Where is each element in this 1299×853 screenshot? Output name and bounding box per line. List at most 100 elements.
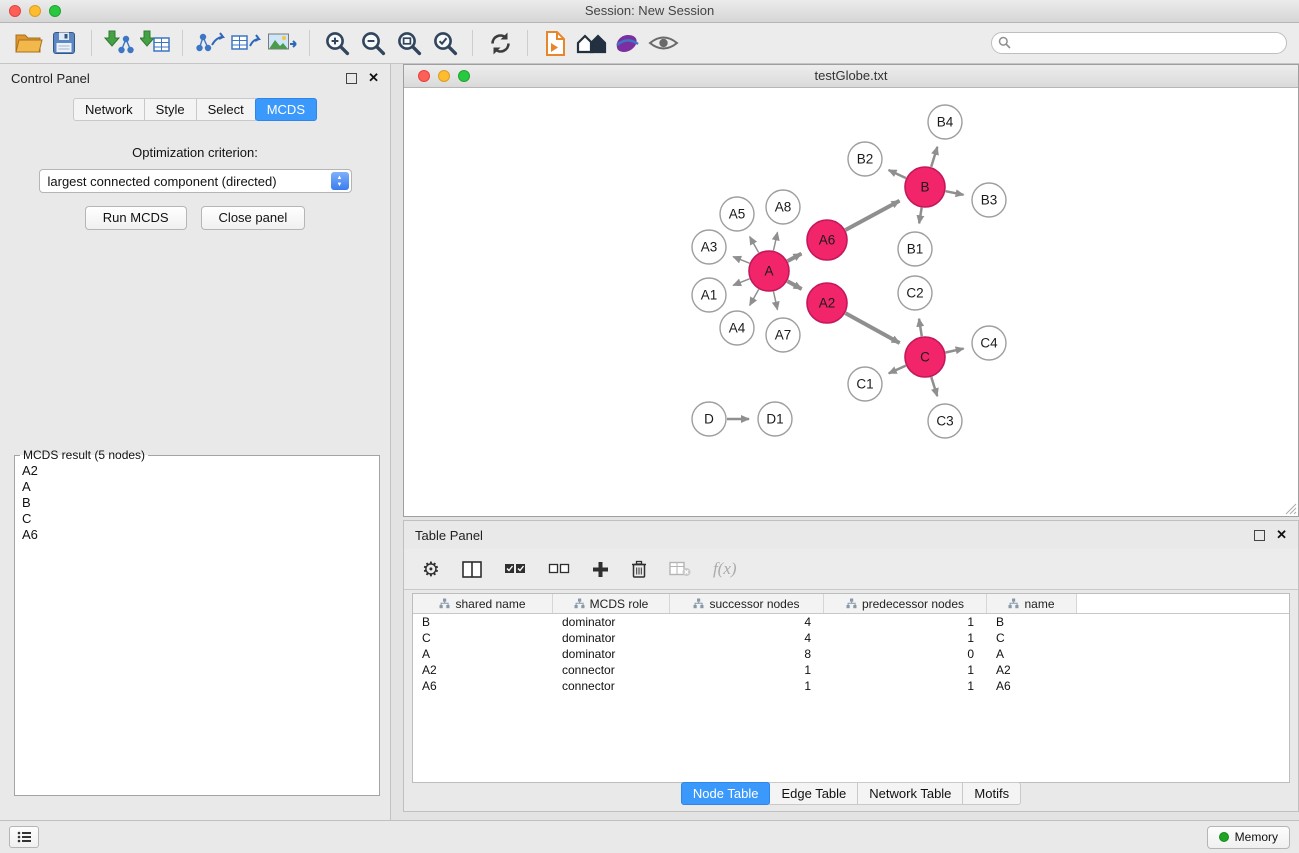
- mcds-result-item[interactable]: B: [20, 495, 374, 511]
- save-button[interactable]: [46, 27, 82, 59]
- node-D1[interactable]: D1: [758, 402, 792, 436]
- column-header-predecessor-nodes[interactable]: predecessor nodes: [824, 594, 987, 613]
- select-all-button[interactable]: [504, 562, 526, 576]
- node-C1[interactable]: C1: [848, 367, 882, 401]
- mcds-result-item[interactable]: A2: [20, 463, 374, 479]
- zoom-in-button[interactable]: [319, 27, 355, 59]
- node-A8[interactable]: A8: [766, 190, 800, 224]
- cp-tab-mcds[interactable]: MCDS: [255, 98, 317, 121]
- tp-tab-node-table[interactable]: Node Table: [681, 782, 771, 805]
- close-app-button[interactable]: [9, 5, 21, 17]
- edge-A-A8[interactable]: [773, 232, 777, 250]
- node-C3[interactable]: C3: [928, 404, 962, 438]
- node-A6[interactable]: A6: [807, 220, 847, 260]
- column-header-name[interactable]: name: [987, 594, 1077, 613]
- column-header-shared-name[interactable]: shared name: [413, 594, 553, 613]
- table-row[interactable]: A2connector11A2: [413, 662, 1289, 678]
- minimize-app-button[interactable]: [29, 5, 41, 17]
- node-B[interactable]: B: [905, 167, 945, 207]
- import-table-button[interactable]: [137, 27, 173, 59]
- task-history-button[interactable]: [9, 826, 39, 848]
- search-input[interactable]: [991, 32, 1287, 54]
- fullscreen-app-button[interactable]: [49, 5, 61, 17]
- import-network-button[interactable]: [101, 27, 137, 59]
- function-builder-button[interactable]: f(x): [713, 559, 737, 579]
- zoom-network-button[interactable]: [458, 70, 470, 82]
- edge-B-B2[interactable]: [889, 170, 906, 178]
- column-header-successor-nodes[interactable]: successor nodes: [670, 594, 824, 613]
- open-folder-button[interactable]: [10, 27, 46, 59]
- cp-tab-style[interactable]: Style: [144, 98, 197, 121]
- node-A1[interactable]: A1: [692, 278, 726, 312]
- close-mcds-panel-button[interactable]: Close panel: [201, 206, 306, 230]
- float-control-panel-button[interactable]: [346, 73, 357, 84]
- column-header-MCDS-role[interactable]: MCDS role: [553, 594, 670, 613]
- edge-A2-C[interactable]: [845, 313, 899, 343]
- table-row[interactable]: Adominator80A: [413, 646, 1289, 662]
- deselect-all-button[interactable]: [548, 562, 570, 576]
- tp-tab-motifs[interactable]: Motifs: [962, 782, 1021, 805]
- cp-tab-network[interactable]: Network: [73, 98, 145, 121]
- table-row[interactable]: Cdominator41C: [413, 630, 1289, 646]
- edge-A-A2[interactable]: [787, 281, 801, 289]
- close-control-panel-button[interactable]: ✕: [368, 73, 379, 83]
- table-mode-button[interactable]: ⚙: [422, 557, 440, 581]
- table-row[interactable]: Bdominator41B: [413, 614, 1289, 630]
- first-neighbors-button[interactable]: [573, 27, 609, 59]
- float-table-panel-button[interactable]: [1254, 530, 1265, 541]
- node-B2[interactable]: B2: [848, 142, 882, 176]
- network-canvas[interactable]: B4B2BB3A8A5A6A3B1AC2A1A2A4A7C4CC1C3DD1: [404, 88, 1298, 516]
- edge-A6-B[interactable]: [845, 201, 899, 230]
- node-A7[interactable]: A7: [766, 318, 800, 352]
- node-B3[interactable]: B3: [972, 183, 1006, 217]
- hide-details-button[interactable]: [609, 27, 645, 59]
- zoom-fit-button[interactable]: [391, 27, 427, 59]
- cp-tab-select[interactable]: Select: [196, 98, 256, 121]
- close-table-panel-button[interactable]: ✕: [1276, 530, 1287, 540]
- node-A[interactable]: A: [749, 251, 789, 291]
- minimize-network-button[interactable]: [438, 70, 450, 82]
- edge-C-C4[interactable]: [946, 349, 964, 353]
- edge-B-B1[interactable]: [919, 208, 922, 224]
- show-columns-button[interactable]: [462, 561, 482, 578]
- show-details-button[interactable]: [645, 27, 681, 59]
- export-table-button[interactable]: [228, 27, 264, 59]
- edge-B-B3[interactable]: [946, 191, 964, 195]
- mcds-result-item[interactable]: A: [20, 479, 374, 495]
- node-B1[interactable]: B1: [898, 232, 932, 266]
- zoom-selected-button[interactable]: [427, 27, 463, 59]
- export-network-button[interactable]: [192, 27, 228, 59]
- node-C2[interactable]: C2: [898, 276, 932, 310]
- run-mcds-button[interactable]: Run MCDS: [85, 206, 187, 230]
- edge-C-C1[interactable]: [889, 366, 906, 374]
- mcds-result-item[interactable]: C: [20, 511, 374, 527]
- edge-A-A7[interactable]: [773, 292, 777, 310]
- close-network-button[interactable]: [418, 70, 430, 82]
- edge-C-C2[interactable]: [919, 319, 922, 337]
- copy-document-button[interactable]: [537, 27, 573, 59]
- tp-tab-network-table[interactable]: Network Table: [857, 782, 963, 805]
- edge-A-A5[interactable]: [750, 237, 759, 253]
- edge-C-C3[interactable]: [931, 377, 937, 396]
- node-C[interactable]: C: [905, 337, 945, 377]
- edge-B-B4[interactable]: [931, 147, 937, 167]
- create-column-button[interactable]: [592, 561, 609, 578]
- export-image-button[interactable]: [264, 27, 300, 59]
- mcds-result-item[interactable]: A6: [20, 527, 374, 543]
- node-A3[interactable]: A3: [692, 230, 726, 264]
- edge-A-A3[interactable]: [733, 257, 749, 264]
- node-D[interactable]: D: [692, 402, 726, 436]
- table-row[interactable]: A6connector11A6: [413, 678, 1289, 694]
- memory-button[interactable]: Memory: [1207, 826, 1290, 849]
- tp-tab-edge-table[interactable]: Edge Table: [769, 782, 858, 805]
- node-C4[interactable]: C4: [972, 326, 1006, 360]
- zoom-out-button[interactable]: [355, 27, 391, 59]
- delete-column-button[interactable]: [631, 560, 647, 578]
- node-A4[interactable]: A4: [720, 311, 754, 345]
- edge-A-A6[interactable]: [788, 254, 802, 261]
- node-B4[interactable]: B4: [928, 105, 962, 139]
- criterion-dropdown[interactable]: largest connected component (directed) ▲…: [39, 169, 352, 193]
- delete-table-button[interactable]: [669, 561, 691, 577]
- resize-grip-icon[interactable]: [1285, 503, 1297, 515]
- network-graph[interactable]: B4B2BB3A8A5A6A3B1AC2A1A2A4A7C4CC1C3DD1: [404, 88, 1298, 516]
